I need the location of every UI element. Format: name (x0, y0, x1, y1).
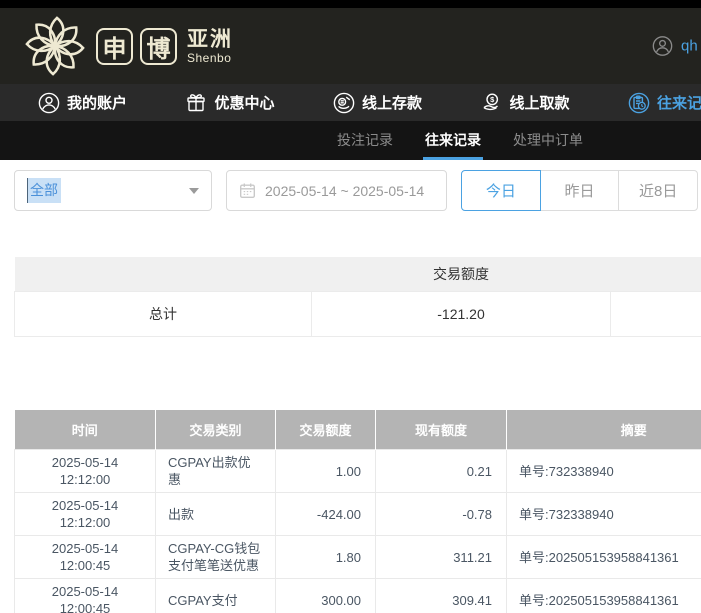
records-table: 时间 交易类别 交易额度 现有额度 摘要 2025-05-14 12:12:00… (14, 410, 701, 613)
nav-label: 优惠中心 (214, 92, 274, 113)
table-cell-amount: 1.80 (276, 536, 376, 579)
quick-date-button-group: 今日 昨日 近8日 (461, 170, 698, 211)
account-user-icon (38, 92, 60, 114)
nav-label: 线上取款 (509, 92, 569, 113)
column-header-type: 交易类别 (156, 410, 276, 450)
yesterday-button[interactable]: 昨日 (540, 170, 620, 211)
column-header-summary: 摘要 (507, 410, 701, 450)
transaction-type-select[interactable]: 全部 (14, 170, 212, 211)
summary-total-value: -121.20 (312, 291, 611, 336)
column-header-amount: 交易额度 (276, 410, 376, 450)
calendar-icon (239, 182, 256, 199)
deposit-icon (333, 92, 355, 114)
date-range-input[interactable]: 2025-05-14 ~ 2025-05-14 (226, 170, 447, 211)
table-cell-time: 2025-05-14 12:00:45 (15, 536, 156, 579)
subtab-label: 投注记录 (337, 132, 393, 148)
summary-header-row: 交易额度 (15, 257, 701, 291)
logo-char: 博 (147, 29, 171, 64)
table-cell-balance: 311.21 (376, 536, 507, 579)
table-row: 2025-05-14 12:00:45CGPAY支付300.00309.41单号… (15, 579, 701, 613)
summary-header-empty (611, 257, 701, 291)
nav-label: 往来记录 (657, 92, 701, 113)
user-account-chip[interactable]: qh (652, 36, 701, 57)
summary-header-amount: 交易额度 (312, 257, 611, 291)
subtab-processing-orders[interactable]: 处理中订单 (513, 121, 583, 160)
records-table-body: 2025-05-14 12:12:00CGPAY出款优惠1.000.21单号:7… (15, 450, 701, 613)
table-cell-summary: 单号:732338940 (507, 493, 701, 536)
nav-item-transaction-records[interactable]: 往来记录 (628, 92, 701, 114)
logo-char: 申 (103, 29, 127, 64)
summary-header-empty (15, 257, 312, 291)
nav-item-my-account[interactable]: 我的账户 (38, 92, 127, 114)
nav-item-promotions[interactable]: 优惠中心 (185, 92, 274, 114)
withdraw-icon: $ (480, 92, 502, 114)
summary-total-label: 总计 (15, 291, 312, 336)
selected-type-text: 全部 (27, 178, 61, 203)
table-cell-amount: 1.00 (276, 450, 376, 493)
table-cell-type: CGPAY支付 (156, 579, 276, 613)
logo-subtitle-text: Shenbo (187, 52, 233, 64)
table-cell-amount: -424.00 (276, 493, 376, 536)
date-range-text: 2025-05-14 ~ 2025-05-14 (265, 183, 424, 199)
records-header-row: 时间 交易类别 交易额度 现有额度 摘要 (15, 410, 701, 450)
logo-region-text: 亚洲 (187, 29, 233, 50)
table-cell-balance: 0.21 (376, 450, 507, 493)
records-icon (628, 92, 650, 114)
nav-item-online-withdraw[interactable]: $ 线上取款 (480, 92, 569, 114)
column-header-time: 时间 (15, 410, 156, 450)
table-cell-balance: 309.41 (376, 579, 507, 613)
summary-total-row: 总计 -121.20 (15, 291, 701, 336)
table-cell-time: 2025-05-14 12:12:00 (15, 493, 156, 536)
summary-table: 交易额度 总计 -121.20 (14, 257, 701, 337)
table-cell-balance: -0.78 (376, 493, 507, 536)
sub-nav: 投注记录 往来记录 处理中订单 (0, 121, 701, 160)
lotus-logo-icon (24, 15, 86, 77)
table-cell-summary: 单号:732338940 (507, 450, 701, 493)
table-cell-amount: 300.00 (276, 579, 376, 613)
nav-label: 线上存款 (362, 92, 422, 113)
nav-label: 我的账户 (67, 92, 127, 113)
summary-section: 交易额度 总计 -121.20 (14, 257, 701, 337)
site-header: 申 博 亚洲 Shenbo qh (0, 8, 701, 84)
table-cell-summary: 单号:202505153958841361 (507, 579, 701, 613)
table-cell-type: CGPAY出款优惠 (156, 450, 276, 493)
filter-row: 全部 2025-05-14 ~ 2025-05-14 今日 昨日 近8日 (14, 170, 701, 211)
table-cell-time: 2025-05-14 12:12:00 (15, 450, 156, 493)
table-cell-time: 2025-05-14 12:00:45 (15, 579, 156, 613)
svg-text:$: $ (491, 95, 496, 104)
table-cell-summary: 单号:202505153958841361 (507, 536, 701, 579)
last-8-days-button[interactable]: 近8日 (618, 170, 698, 211)
top-strip (0, 0, 701, 8)
logo-char-box: 申 (96, 28, 133, 65)
table-row: 2025-05-14 12:00:45CGPAY-CG钱包支付笔笔送优惠1.80… (15, 536, 701, 579)
subtab-transaction-records[interactable]: 往来记录 (425, 121, 481, 160)
table-row: 2025-05-14 12:12:00CGPAY出款优惠1.000.21单号:7… (15, 450, 701, 493)
logo-wordmark: 亚洲 Shenbo (187, 29, 233, 64)
nav-item-online-deposit[interactable]: 线上存款 (333, 92, 422, 114)
subtab-bet-records[interactable]: 投注记录 (337, 121, 393, 160)
profile-icon (652, 36, 673, 57)
subtab-label: 往来记录 (425, 132, 481, 148)
today-button[interactable]: 今日 (461, 170, 541, 211)
username-text: qh (681, 38, 698, 55)
active-tab-underline (423, 157, 483, 160)
subtab-label: 处理中订单 (513, 132, 583, 148)
gift-icon (185, 92, 207, 114)
column-header-balance: 现有额度 (376, 410, 507, 450)
table-row: 2025-05-14 12:12:00出款-424.00-0.78单号:7323… (15, 493, 701, 536)
main-nav: 我的账户 优惠中心 (0, 84, 701, 121)
table-cell-type: CGPAY-CG钱包支付笔笔送优惠 (156, 536, 276, 579)
records-section: 时间 交易类别 交易额度 现有额度 摘要 2025-05-14 12:12:00… (14, 410, 701, 613)
chevron-down-icon (189, 188, 199, 194)
table-cell-type: 出款 (156, 493, 276, 536)
summary-empty-cell (611, 291, 701, 336)
logo-char-box: 博 (140, 28, 177, 65)
